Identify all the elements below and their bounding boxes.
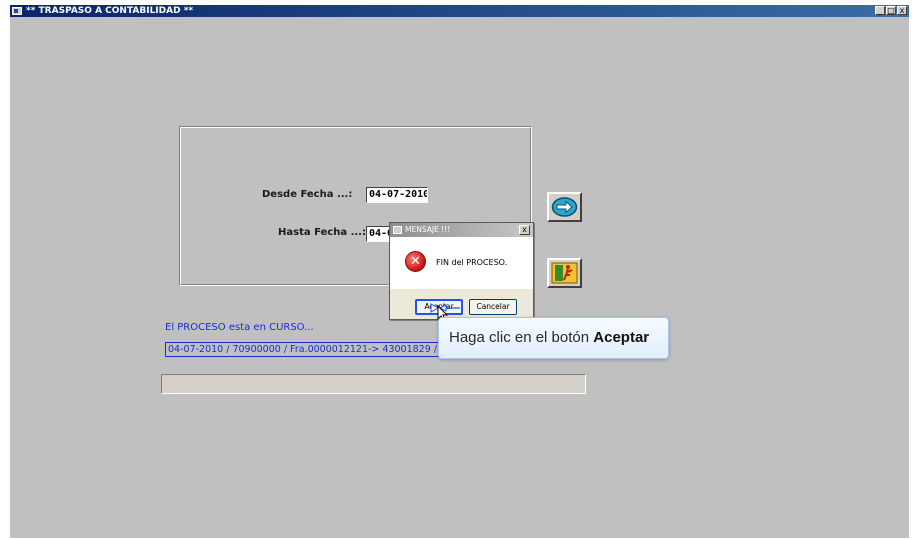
main-window: ** TRASPASO A CONTABILIDAD ** _ □ x Desd… — [10, 5, 909, 538]
dialog-message: FIN del PROCESO. — [436, 258, 508, 267]
error-icon: ✕ — [405, 251, 426, 272]
instruction-tooltip: Haga clic en el botón Aceptar — [438, 317, 669, 359]
process-log-line: 04-07-2010 / 70900000 / Fra.0000012121->… — [165, 342, 440, 357]
tooltip-pointer-arrow — [430, 303, 460, 313]
desde-fecha-label: Desde Fecha ...: — [262, 189, 353, 200]
process-status-label: El PROCESO esta en CURSO... — [165, 322, 314, 333]
desde-fecha-input[interactable]: 04-07-2010 — [366, 187, 428, 203]
title-bar[interactable]: ** TRASPASO A CONTABILIDAD ** _ □ x — [10, 5, 909, 17]
tooltip-text-bold: Aceptar — [593, 329, 650, 346]
dialog-body: ✕ FIN del PROCESO. — [390, 237, 533, 289]
maximize-button[interactable]: □ — [886, 6, 896, 15]
hasta-fecha-label: Hasta Fecha ...: — [278, 227, 366, 238]
progress-bar — [161, 374, 586, 394]
tooltip-text: Haga clic en el botón — [449, 329, 594, 346]
dialog-close-button[interactable]: x — [519, 225, 530, 235]
arrow-right-icon — [551, 197, 578, 217]
dialog-app-icon — [393, 226, 402, 234]
exit-button[interactable] — [547, 258, 582, 288]
minimize-button[interactable]: _ — [875, 6, 885, 15]
window-title: ** TRASPASO A CONTABILIDAD ** — [26, 6, 194, 16]
exit-door-icon — [551, 262, 578, 284]
dialog-title: MENSAJE !!! — [405, 225, 451, 234]
dialog-title-bar[interactable]: MENSAJE !!! x — [390, 223, 533, 237]
close-button[interactable]: x — [897, 6, 907, 15]
process-button[interactable] — [547, 192, 582, 222]
app-icon — [12, 7, 22, 15]
